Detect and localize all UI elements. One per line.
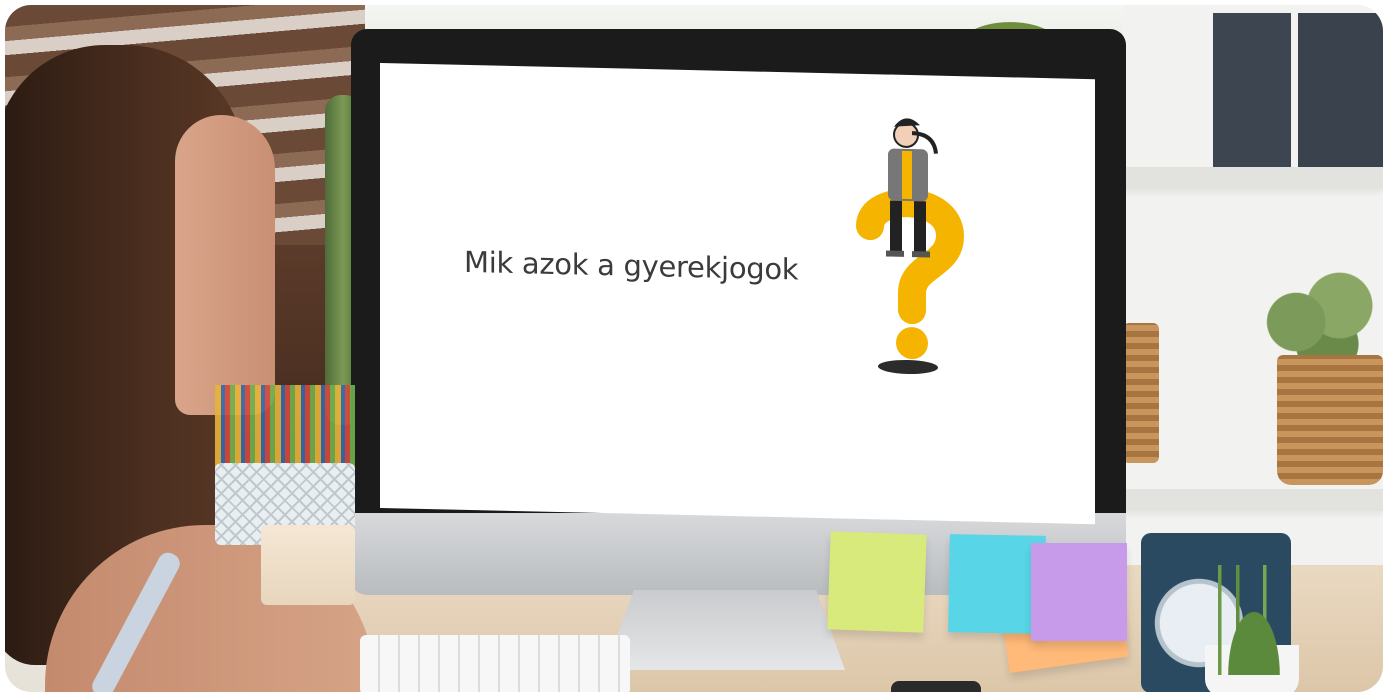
photo-frame: Mik azok a gyerekjogok: [5, 5, 1383, 692]
succulent-plant: [1209, 565, 1299, 675]
monitor-screen: Mik azok a gyerekjogok: [380, 63, 1095, 525]
colored-pencils: [215, 385, 355, 475]
wicker-basket: [1277, 355, 1383, 485]
shelf-top: [1123, 167, 1383, 189]
screen-title: Mik azok a gyerekjogok: [464, 244, 799, 287]
storage-boxes: [1213, 13, 1383, 169]
keyboard: [360, 635, 630, 692]
sticky-note-green: [827, 531, 927, 633]
woman-face-profile: [175, 115, 275, 415]
monitor-stand: [605, 590, 845, 670]
shelf-bottom: [1123, 489, 1383, 511]
sticky-note-purple: [1031, 543, 1127, 641]
smartphone: [891, 681, 981, 692]
thinking-person-icon: [856, 118, 965, 375]
wicker-basket-small: [1123, 323, 1159, 463]
coffee-cup: [261, 525, 355, 605]
